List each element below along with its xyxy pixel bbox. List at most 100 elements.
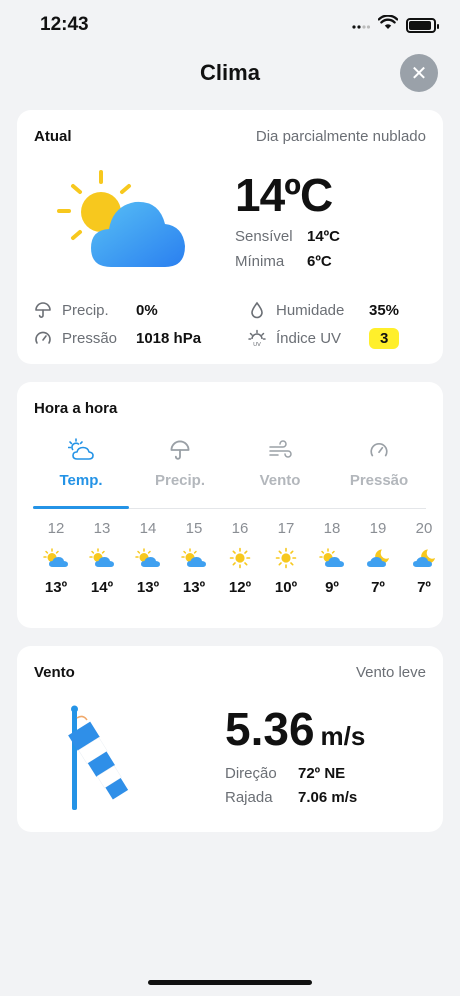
hour-temperature: 7º [417, 579, 431, 596]
precip-value: 0% [136, 301, 158, 319]
hour-temperature: 10º [274, 579, 298, 596]
gauge-icon [35, 331, 51, 344]
pressure-stat: Pressão 1018 hPa [34, 329, 234, 347]
current-temperature: 14ºC [235, 169, 333, 221]
hour-label: 12 [47, 520, 65, 537]
tab-precip-label: Precip. [154, 472, 206, 489]
uv-stat: UV Índice UV 3 [248, 327, 428, 349]
svg-text:UV: UV [253, 342, 261, 347]
min-temp-row: Mínima 6ºC [235, 253, 332, 270]
umbrella-icon [170, 440, 190, 460]
wind-speed-display: 5.36 m/s [225, 702, 365, 756]
close-icon: ✕ [410, 62, 428, 85]
current-weather-card: Atual Dia parcialmente nublado 14ºC Sens… [17, 110, 443, 364]
hour-label: 20 [415, 520, 433, 537]
hour-temperature: 14º [90, 579, 114, 596]
tab-pressure-label: Pressão [349, 472, 409, 489]
tab-precip[interactable]: Precip. [132, 434, 228, 510]
feels-like-value: 14ºC [307, 228, 340, 245]
hourly-card: Hora a hora Temp. Precip. Vento Pressão [17, 382, 443, 628]
active-tab-indicator [33, 506, 129, 509]
droplet-icon [251, 301, 263, 319]
close-button[interactable]: ✕ [400, 54, 438, 92]
wind-icon [269, 440, 292, 458]
partly-cloudy-icon [36, 543, 76, 573]
umbrella-icon [35, 302, 51, 318]
status-icons [352, 14, 439, 35]
tab-temp-label: Temp. [59, 472, 103, 489]
uv-value-badge: 3 [369, 327, 400, 349]
wind-direction-value: 72º NE [298, 765, 346, 782]
hour-forecast-item: 19 7º [358, 520, 398, 596]
battery-icon [406, 17, 439, 33]
hour-temperature: 12º [228, 579, 252, 596]
hour-temperature: 13º [44, 579, 68, 596]
hour-forecast-item: 15 13º [174, 520, 214, 596]
tab-wind[interactable]: Vento [232, 434, 328, 510]
sun-icon [220, 543, 260, 573]
cloudy-night-icon [404, 543, 444, 573]
partly-cloudy-icon [128, 543, 168, 573]
tab-wind-label: Vento [259, 472, 301, 489]
hour-temperature: 9º [325, 579, 339, 596]
current-label: Atual [34, 128, 72, 145]
tab-pressure[interactable]: Pressão [331, 434, 427, 510]
cloudy-night-icon [358, 543, 398, 573]
precip-label: Precip. [62, 301, 109, 319]
hour-label: 16 [231, 520, 249, 537]
wind-condition: Vento leve [355, 664, 426, 681]
windsock-icon [68, 705, 129, 810]
wifi-icon [377, 14, 399, 35]
partly-cloudy-icon [68, 438, 94, 460]
hour-forecast-item: 17 10º [266, 520, 306, 596]
hour-forecast-item: 18 9º [312, 520, 352, 596]
current-condition: Dia parcialmente nublado [255, 128, 426, 145]
hour-forecast-item: 12 13º [36, 520, 76, 596]
humidity-value: 35% [369, 301, 400, 319]
hour-label: 13 [93, 520, 111, 537]
wind-gust-label: Rajada [225, 789, 273, 806]
hour-forecast-item: 14 13º [128, 520, 168, 596]
partly-cloudy-icon [82, 543, 122, 573]
home-indicator[interactable] [148, 980, 312, 985]
wind-gust-value: 7.06 m/s [298, 789, 358, 806]
min-temp-label: Mínima [235, 253, 285, 270]
hourly-tabs: Temp. Precip. Vento Pressão [17, 434, 443, 510]
partly-cloudy-icon [312, 543, 352, 573]
status-time: 12:43 [40, 14, 89, 35]
hour-label: 17 [277, 520, 295, 537]
hour-label: 14 [139, 520, 157, 537]
wind-speed-value: 5.36 [225, 703, 315, 755]
humidity-label: Humidade [276, 301, 345, 319]
hour-forecast-item: 13 14º [82, 520, 122, 596]
hour-temperature: 7º [371, 579, 385, 596]
wind-direction-label: Direção [225, 765, 277, 782]
precip-stat: Precip. 0% [34, 301, 234, 319]
sun-icon [266, 543, 306, 573]
hour-label: 18 [323, 520, 341, 537]
page-title: Clima [200, 60, 260, 85]
tab-temp[interactable]: Temp. [33, 434, 129, 510]
gauge-icon [370, 443, 388, 457]
partly-cloudy-icon [174, 543, 214, 573]
hour-temperature: 13º [182, 579, 206, 596]
status-bar: 12:43 [0, 0, 460, 50]
hour-label: 19 [369, 520, 387, 537]
hour-label: 15 [185, 520, 203, 537]
partly-cloudy-icon [57, 170, 185, 267]
pressure-value: 1018 hPa [136, 329, 202, 347]
signal-icon [352, 16, 371, 34]
wind-direction-row: Direção 72º NE [225, 765, 345, 782]
wind-label: Vento [34, 664, 75, 681]
feels-like-row: Sensível 14ºC [235, 228, 340, 245]
hour-forecast-item: 20 7º [404, 520, 444, 596]
uv-label: Índice UV [276, 329, 342, 347]
uv-sun-icon: UV [248, 329, 266, 347]
hourly-label: Hora a hora [34, 400, 118, 417]
wind-gust-row: Rajada 7.06 m/s [225, 789, 357, 806]
min-temp-value: 6ºC [307, 253, 332, 270]
hour-forecast-item: 16 12º [220, 520, 260, 596]
wind-speed-unit: m/s [320, 721, 366, 751]
pressure-label: Pressão [62, 329, 118, 347]
wind-card: Vento Vento leve 5.36 m/s Direção 72º NE … [17, 646, 443, 832]
